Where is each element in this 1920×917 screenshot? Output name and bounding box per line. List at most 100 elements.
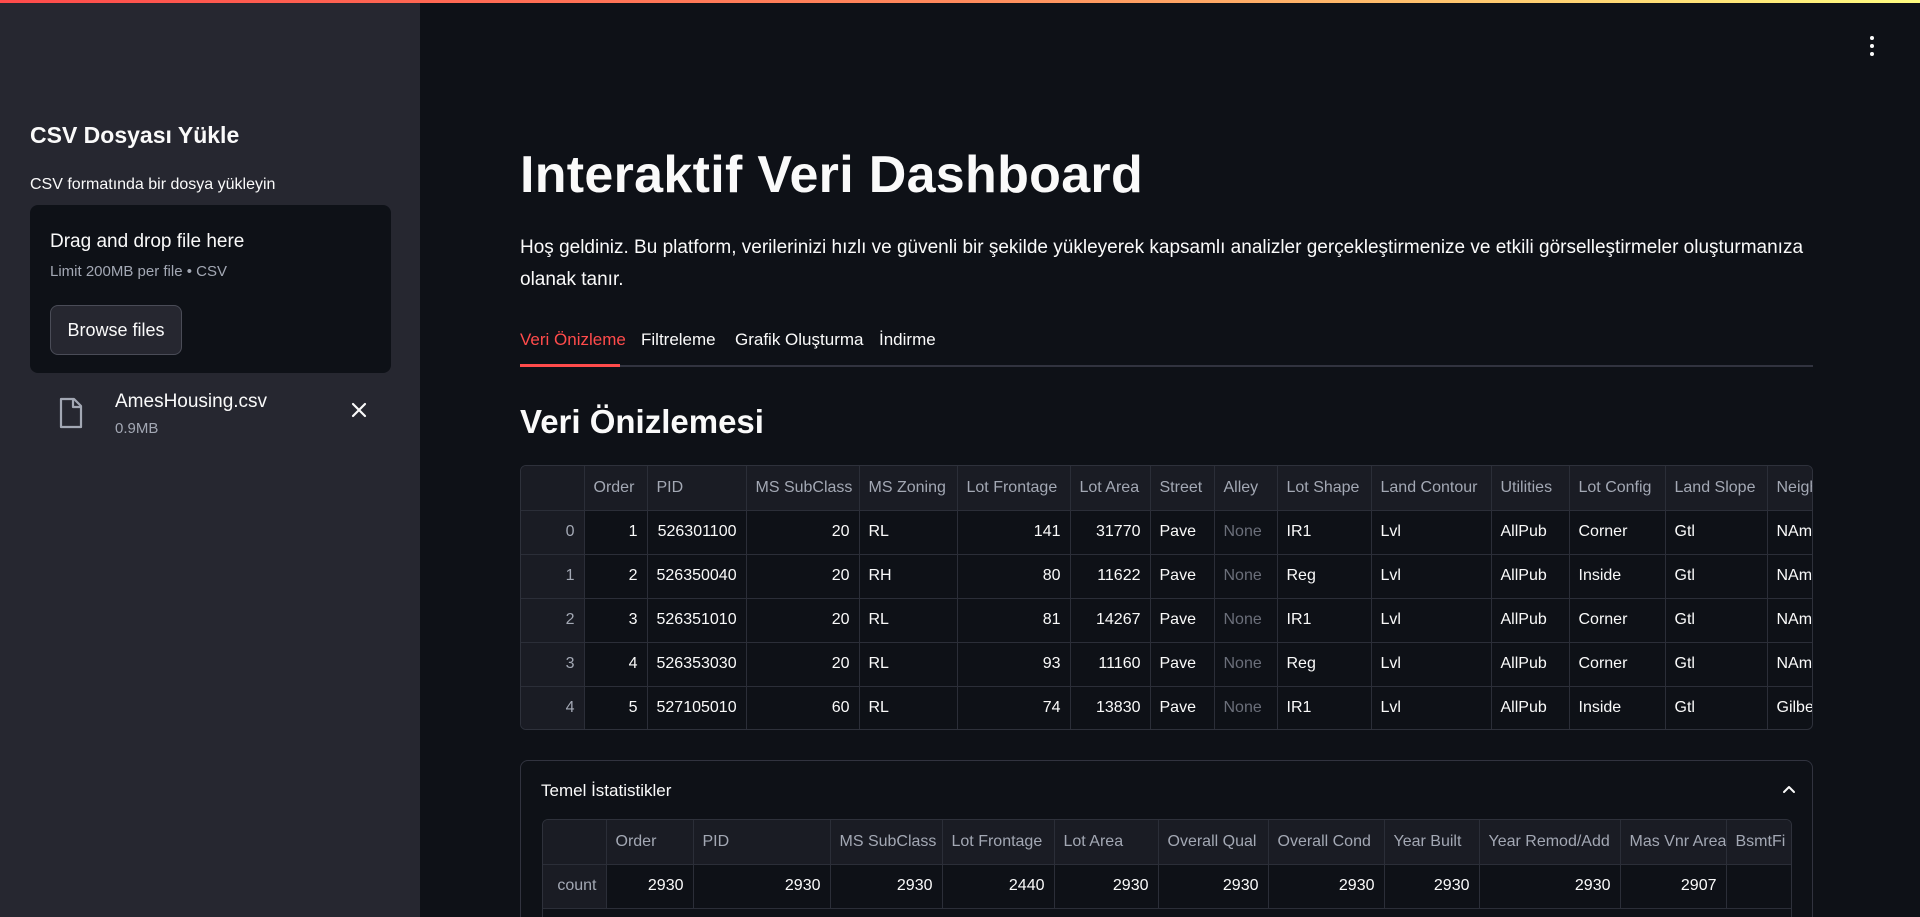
file-dropzone[interactable]: Drag and drop file here Limit 200MB per … — [30, 205, 391, 373]
column-header[interactable]: Lot Shape — [1277, 466, 1372, 511]
table-row[interactable]: 4 5 527105010 60 RL 74 13830 Pave None IR1 Lvl AllP… — [521, 686, 1812, 729]
table-row[interactable]: count 2930 2930 2930 2440 2930 2930 2930 2930 293… — [543, 864, 1791, 909]
table-cell[interactable]: Lvl — [1371, 642, 1492, 687]
table-cell[interactable]: None — [1214, 642, 1278, 687]
column-header[interactable]: BsmtFi — [1726, 820, 1791, 865]
table-cell[interactable]: 80 — [957, 554, 1071, 599]
table-cell[interactable]: 31770 — [1070, 510, 1151, 555]
browse-files-button[interactable]: Browse files — [50, 305, 182, 355]
column-header[interactable]: Year Remod/Add — [1479, 820, 1621, 865]
table-cell[interactable]: 2 — [584, 554, 648, 599]
table-cell[interactable]: None — [1214, 598, 1278, 643]
table-cell[interactable]: AllPub — [1491, 642, 1570, 687]
table-cell[interactable]: 2930 — [1158, 864, 1269, 909]
table-cell[interactable]: 20 — [746, 554, 860, 599]
table-cell[interactable]: 11160 — [1070, 642, 1151, 687]
tab-indirme[interactable]: İndirme — [879, 330, 936, 350]
table-cell[interactable]: 14267 — [1070, 598, 1151, 643]
column-header[interactable]: MS SubClass — [830, 820, 943, 865]
column-header[interactable]: Overall Cond — [1268, 820, 1385, 865]
table-cell[interactable]: 93 — [957, 642, 1071, 687]
table-cell[interactable]: Pave — [1150, 686, 1215, 729]
table-cell[interactable]: 4 — [584, 642, 648, 687]
table-cell[interactable]: Inside — [1569, 554, 1666, 599]
more-vertical-icon[interactable] — [1862, 32, 1882, 60]
table-cell[interactable]: AllPub — [1491, 598, 1570, 643]
table-cell[interactable]: Gtl — [1665, 642, 1768, 687]
table-cell[interactable]: AllPub — [1491, 510, 1570, 555]
column-header[interactable]: MS SubClass — [746, 466, 860, 511]
table-cell[interactable]: RH — [859, 554, 958, 599]
table-cell[interactable]: Gtl — [1665, 554, 1768, 599]
column-header[interactable]: Utilities — [1491, 466, 1570, 511]
column-header[interactable]: Year Built — [1384, 820, 1480, 865]
row-index[interactable]: 3 — [521, 642, 585, 687]
table-cell[interactable]: 2930 — [693, 864, 831, 909]
table-cell[interactable]: 141 — [957, 510, 1071, 555]
column-header[interactable]: Land Contour — [1371, 466, 1492, 511]
table-cell[interactable]: 2930 — [1479, 864, 1621, 909]
table-cell[interactable]: 1 — [584, 510, 648, 555]
table-cell[interactable]: Reg — [1277, 642, 1372, 687]
table-cell[interactable]: Corner — [1569, 510, 1666, 555]
table-cell[interactable]: 2930 — [606, 864, 694, 909]
column-header[interactable]: Land Slope — [1665, 466, 1768, 511]
column-header[interactable] — [543, 820, 607, 865]
table-cell[interactable]: IR1 — [1277, 598, 1372, 643]
tab-grafik-olusturma[interactable]: Grafik Oluşturma — [735, 330, 863, 350]
table-cell[interactable]: 526350040 — [647, 554, 747, 599]
table-cell[interactable] — [1726, 864, 1791, 909]
table-cell[interactable]: Lvl — [1371, 554, 1492, 599]
table-cell[interactable]: 2930 — [1268, 864, 1385, 909]
column-header[interactable]: Alley — [1214, 466, 1278, 511]
column-header[interactable]: Lot Frontage — [957, 466, 1071, 511]
row-index[interactable]: 1 — [521, 554, 585, 599]
row-index[interactable]: 0 — [521, 510, 585, 555]
column-header[interactable]: Street — [1150, 466, 1215, 511]
table-cell[interactable]: Reg — [1277, 554, 1372, 599]
table-cell[interactable]: Pave — [1150, 554, 1215, 599]
table-cell[interactable]: 13830 — [1070, 686, 1151, 729]
table-cell[interactable]: None — [1214, 554, 1278, 599]
close-icon[interactable] — [346, 397, 372, 423]
table-cell[interactable]: 74 — [957, 686, 1071, 729]
table-cell[interactable]: 20 — [746, 510, 860, 555]
table-cell[interactable]: Gtl — [1665, 510, 1768, 555]
table-cell[interactable]: None — [1214, 510, 1278, 555]
column-header[interactable]: Order — [584, 466, 648, 511]
column-header[interactable]: Lot Config — [1569, 466, 1666, 511]
table-cell[interactable]: NAme — [1767, 554, 1812, 599]
tab-veri-onizleme[interactable]: Veri Önizleme — [520, 330, 626, 350]
table-cell[interactable]: IR1 — [1277, 686, 1372, 729]
table-row[interactable]: 2 3 526351010 20 RL 81 14267 Pave None IR1 Lvl AllP… — [521, 598, 1812, 643]
table-cell[interactable]: Gtl — [1665, 686, 1768, 729]
column-header[interactable]: Lot Frontage — [942, 820, 1055, 865]
table-cell[interactable]: 20 — [746, 642, 860, 687]
table-cell[interactable]: RL — [859, 642, 958, 687]
table-cell[interactable]: 2907 — [1620, 864, 1727, 909]
column-header[interactable]: Overall Qual — [1158, 820, 1269, 865]
column-header[interactable]: Mas Vnr Area — [1620, 820, 1727, 865]
row-index[interactable]: 2 — [521, 598, 585, 643]
tab-filtreleme[interactable]: Filtreleme — [641, 330, 716, 350]
column-header[interactable]: Lot Area — [1070, 466, 1151, 511]
table-cell[interactable]: Gilbe — [1767, 686, 1812, 729]
table-cell[interactable]: NAme — [1767, 598, 1812, 643]
table-cell[interactable]: 2930 — [1054, 864, 1159, 909]
table-cell[interactable]: 526353030 — [647, 642, 747, 687]
column-header[interactable]: MS Zoning — [859, 466, 958, 511]
table-cell[interactable]: Inside — [1569, 686, 1666, 729]
table-cell[interactable]: None — [1214, 686, 1278, 729]
table-cell[interactable]: RL — [859, 686, 958, 729]
table-cell[interactable]: 81 — [957, 598, 1071, 643]
table-cell[interactable]: NAme — [1767, 510, 1812, 555]
table-row[interactable]: 1 2 526350040 20 RH 80 11622 Pave None Reg Lvl AllP… — [521, 554, 1812, 599]
table-cell[interactable]: 2930 — [830, 864, 943, 909]
chevron-up-icon[interactable] — [1777, 777, 1801, 801]
table-cell[interactable]: 526301100 — [647, 510, 747, 555]
column-header[interactable]: PID — [693, 820, 831, 865]
table-cell[interactable]: 2440 — [942, 864, 1055, 909]
table-cell[interactable]: IR1 — [1277, 510, 1372, 555]
table-cell[interactable]: 5 — [584, 686, 648, 729]
column-header[interactable] — [521, 466, 585, 511]
